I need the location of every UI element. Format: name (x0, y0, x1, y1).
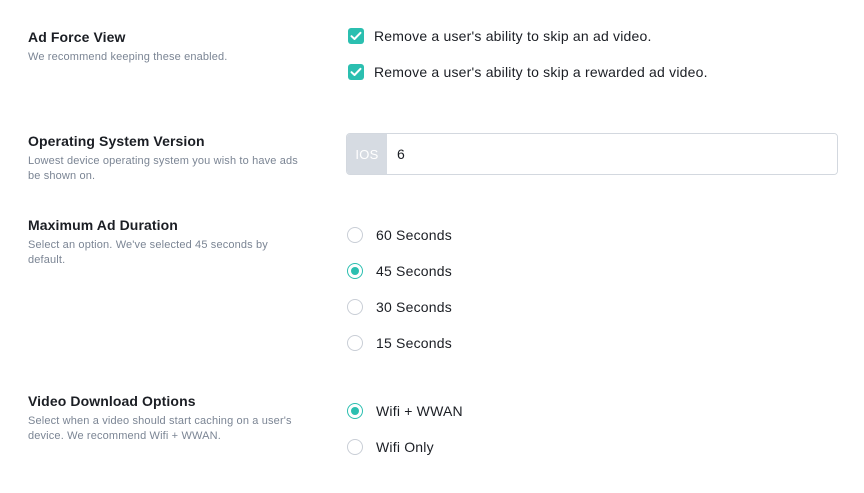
download-option-label: Wifi Only (376, 439, 434, 455)
video-download-description: Select when a video should start caching… (28, 415, 292, 442)
os-version-title: Operating System Version (28, 133, 205, 149)
os-version-input[interactable] (387, 134, 837, 174)
skip-rewarded-ad-label: Remove a user's ability to skip a reward… (374, 64, 708, 80)
duration-option-label: 15 Seconds (376, 335, 452, 351)
skip-rewarded-ad-checkbox-option[interactable]: Remove a user's ability to skip a reward… (346, 62, 708, 82)
max-ad-duration-section: Maximum Ad Duration Select an option. We… (28, 217, 308, 268)
radio-selected-icon[interactable] (347, 403, 363, 419)
max-ad-duration-title: Maximum Ad Duration (28, 217, 178, 233)
video-download-section: Video Download Options Select when a vid… (28, 393, 308, 444)
max-ad-duration-description: Select an option. We've selected 45 seco… (28, 239, 268, 266)
radio-unselected-icon[interactable] (347, 227, 363, 243)
duration-option-15[interactable]: 15 Seconds (346, 333, 452, 353)
os-version-field: IOS (346, 133, 838, 175)
ad-force-view-title: Ad Force View (28, 29, 126, 45)
duration-option-label: 45 Seconds (376, 263, 452, 279)
download-option-wifi-only[interactable]: Wifi Only (346, 437, 434, 457)
os-prefix-badge: IOS (347, 134, 387, 174)
duration-option-45[interactable]: 45 Seconds (346, 261, 452, 281)
download-option-wifi-wwan[interactable]: Wifi + WWAN (346, 401, 463, 421)
duration-option-label: 60 Seconds (376, 227, 452, 243)
radio-unselected-icon[interactable] (347, 439, 363, 455)
skip-ad-checkbox-option[interactable]: Remove a user's ability to skip an ad vi… (346, 26, 652, 46)
radio-unselected-icon[interactable] (347, 299, 363, 315)
duration-option-60[interactable]: 60 Seconds (346, 225, 452, 245)
checkbox-checked-icon[interactable] (348, 64, 364, 80)
radio-unselected-icon[interactable] (347, 335, 363, 351)
checkbox-checked-icon[interactable] (348, 28, 364, 44)
ad-force-view-section: Ad Force View We recommend keeping these… (28, 29, 308, 65)
radio-selected-icon[interactable] (347, 263, 363, 279)
download-option-label: Wifi + WWAN (376, 403, 463, 419)
video-download-title: Video Download Options (28, 393, 196, 409)
ad-force-view-description: We recommend keeping these enabled. (28, 51, 228, 63)
skip-ad-label: Remove a user's ability to skip an ad vi… (374, 28, 652, 44)
duration-option-label: 30 Seconds (376, 299, 452, 315)
duration-option-30[interactable]: 30 Seconds (346, 297, 452, 317)
os-version-description: Lowest device operating system you wish … (28, 155, 298, 182)
os-version-section: Operating System Version Lowest device o… (28, 133, 308, 184)
settings-page: Ad Force View We recommend keeping these… (0, 0, 864, 493)
